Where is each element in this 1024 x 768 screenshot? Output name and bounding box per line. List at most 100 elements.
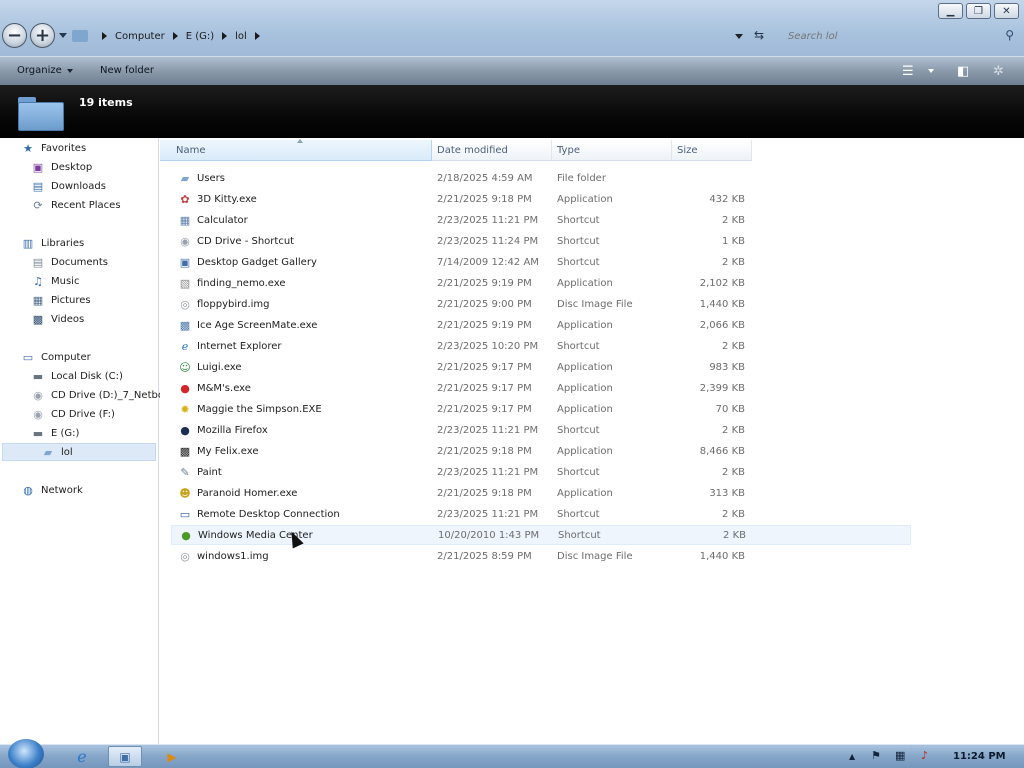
- nav-lol-folder[interactable]: ▰ lol: [40, 444, 73, 461]
- show-hidden-icons[interactable]: ▲: [849, 752, 855, 761]
- file-name-cell[interactable]: ▧ finding_nemo.exe: [171, 275, 432, 291]
- file-name: Remote Desktop Connection: [197, 508, 340, 520]
- start-button[interactable]: [8, 739, 44, 768]
- file-name-cell[interactable]: ▭ Remote Desktop Connection: [171, 506, 432, 522]
- file-row[interactable]: ▧ finding_nemo.exe 2/21/2025 9:19 PM Applic…: [171, 273, 911, 293]
- nav-music[interactable]: ♫ Music: [30, 273, 79, 290]
- file-row[interactable]: ◎ floppybird.img 2/21/2025 9:00 PM Disc Ima…: [171, 294, 911, 314]
- volume-muted-icon[interactable]: ♪: [921, 749, 928, 762]
- file-name-cell[interactable]: ▩ Ice Age ScreenMate.exe: [171, 317, 432, 333]
- file-row[interactable]: ● Mozilla Firefox 2/23/2025 11:21 PM Shortc…: [171, 420, 911, 440]
- breadcrumb-lol[interactable]: lol: [235, 31, 247, 42]
- file-name-cell[interactable]: ☻ Paranoid Homer.exe: [171, 485, 432, 501]
- file-name-cell[interactable]: ▣ Desktop Gadget Gallery: [171, 254, 432, 270]
- file-row[interactable]: ✎ Paint 2/23/2025 11:21 PM Shortcut 2 KB: [171, 462, 911, 482]
- nav-videos[interactable]: ▩ Videos: [30, 311, 84, 328]
- file-type: Shortcut: [557, 508, 600, 520]
- file-date: 2/23/2025 11:21 PM: [437, 214, 539, 226]
- file-row[interactable]: ▩ Ice Age ScreenMate.exe 2/21/2025 9:19 PM…: [171, 315, 911, 335]
- back-button[interactable]: −: [2, 23, 27, 48]
- column-size[interactable]: Size: [672, 140, 752, 161]
- file-row[interactable]: ✸ Maggie the Simpson.EXE 2/21/2025 9:17 PM…: [171, 399, 911, 419]
- file-row[interactable]: ☻ Paranoid Homer.exe 2/21/2025 9:18 PM Appl…: [171, 483, 911, 503]
- file-name-cell[interactable]: ☺ Luigi.exe: [171, 359, 432, 375]
- nav-label: Documents: [51, 257, 109, 268]
- search-icon[interactable]: ⚲: [1005, 28, 1014, 42]
- file-row[interactable]: ☺ Luigi.exe 2/21/2025 9:17 PM Application 98…: [171, 357, 911, 377]
- column-name[interactable]: Name: [160, 139, 432, 161]
- file-row[interactable]: ◎ windows1.img 2/21/2025 8:59 PM Disc Image…: [171, 546, 911, 566]
- file-row[interactable]: ▩ My Felix.exe 2/21/2025 9:18 PM Applicatio…: [171, 441, 911, 461]
- file-name-cell[interactable]: ◎ floppybird.img: [171, 296, 432, 312]
- file-name-cell[interactable]: ✿ 3D Kitty.exe: [171, 191, 432, 207]
- chevron-right-icon[interactable]: [254, 32, 260, 40]
- maximize-button[interactable]: ❐: [966, 3, 991, 19]
- recent-places-icon: ⟳: [33, 199, 43, 212]
- recent-pages-dropdown[interactable]: [59, 33, 67, 38]
- view-options-caret-icon[interactable]: [928, 69, 934, 73]
- nav-downloads[interactable]: ▤ Downloads: [30, 178, 106, 195]
- preview-pane-icon[interactable]: ◧: [957, 64, 969, 79]
- clock[interactable]: 11:24 PM: [953, 751, 1006, 762]
- file-row[interactable]: ▦ Calculator 2/23/2025 11:21 PM Shortcut 2 K…: [171, 210, 911, 230]
- file-name-cell[interactable]: ◉ CD Drive - Shortcut: [171, 233, 432, 249]
- media-player-taskbar-button[interactable]: ▶: [161, 746, 183, 767]
- chevron-right-icon[interactable]: [222, 32, 228, 40]
- file-row[interactable]: ● M&M's.exe 2/21/2025 9:17 PM Application 2,…: [171, 378, 911, 398]
- nav-computer[interactable]: ▭ Computer: [20, 349, 91, 366]
- file-name-cell[interactable]: ● Mozilla Firefox: [171, 422, 432, 438]
- close-button[interactable]: ✕: [994, 3, 1019, 19]
- nav-documents[interactable]: ▤ Documents: [30, 254, 108, 271]
- column-type[interactable]: Type: [552, 140, 672, 161]
- documents-icon: ▤: [32, 256, 44, 269]
- nav-pictures[interactable]: ▦ Pictures: [30, 292, 91, 309]
- nav-cd-drive-d[interactable]: ◉ CD Drive (D:)_7_Netbo: [30, 387, 164, 404]
- nav-desktop[interactable]: ▣ Desktop: [30, 159, 92, 176]
- file-name-cell[interactable]: ✎ Paint: [171, 464, 432, 480]
- file-name-cell[interactable]: ● M&M's.exe: [171, 380, 432, 396]
- breadcrumb-drive[interactable]: E (G:): [186, 31, 214, 42]
- file-name-cell[interactable]: ◎ windows1.img: [171, 548, 432, 564]
- file-name-cell[interactable]: ▰ Users: [171, 170, 432, 186]
- file-row[interactable]: ▣ Desktop Gadget Gallery 7/14/2009 12:42 A…: [171, 252, 911, 272]
- change-view-icon[interactable]: ☰: [902, 64, 914, 79]
- file-row[interactable]: ✿ 3D Kitty.exe 2/21/2025 9:18 PM Applicatio…: [171, 189, 911, 209]
- forward-button[interactable]: +: [30, 23, 55, 48]
- nav-label: E (G:): [51, 428, 80, 439]
- new-folder-button[interactable]: New folder: [100, 65, 154, 76]
- nav-cd-drive-f[interactable]: ◉ CD Drive (F:): [30, 406, 115, 423]
- nav-local-disk-c[interactable]: ▬ Local Disk (C:): [30, 368, 123, 385]
- file-row[interactable]: ● Windows Media Center 10/20/2010 1:43 PM S…: [171, 525, 911, 545]
- file-row[interactable]: ℯ Internet Explorer 2/23/2025 10:20 PM Shor…: [171, 336, 911, 356]
- file-name-cell[interactable]: ▩ My Felix.exe: [171, 443, 432, 459]
- nav-libraries[interactable]: ▥ Libraries: [20, 235, 84, 252]
- internet-explorer-taskbar-button[interactable]: ℯ: [68, 746, 96, 767]
- file-name-cell[interactable]: ✸ Maggie the Simpson.EXE: [171, 401, 432, 417]
- address-history-dropdown[interactable]: [735, 34, 743, 39]
- breadcrumb-computer[interactable]: Computer: [115, 31, 165, 42]
- file-row[interactable]: ◉ CD Drive - Shortcut 2/23/2025 11:24 PM Sh…: [171, 231, 911, 251]
- network-tray-icon[interactable]: ▦: [895, 749, 905, 762]
- file-name-cell[interactable]: ℯ Internet Explorer: [171, 338, 432, 354]
- search-box[interactable]: ⚲: [780, 26, 1020, 46]
- organize-button[interactable]: Organize: [17, 65, 73, 76]
- file-name-cell[interactable]: ▦ Calculator: [171, 212, 432, 228]
- nav-recent-places[interactable]: ⟳ Recent Places: [30, 197, 120, 214]
- explorer-taskbar-button[interactable]: ▣: [108, 746, 142, 767]
- refresh-icon[interactable]: ⇆: [754, 28, 764, 42]
- action-center-flag-icon[interactable]: ⚑: [871, 749, 881, 762]
- chevron-right-icon[interactable]: [172, 32, 178, 40]
- nav-network[interactable]: ◍ Network: [20, 482, 83, 499]
- nav-drive-e-g[interactable]: ▬ E (G:): [30, 425, 80, 442]
- help-icon[interactable]: ✲: [993, 64, 1004, 79]
- search-input[interactable]: [780, 26, 1020, 46]
- file-icon: ●: [180, 381, 190, 395]
- minimize-button[interactable]: ▁: [938, 3, 963, 19]
- file-row[interactable]: ▭ Remote Desktop Connection 2/23/2025 11:2…: [171, 504, 911, 524]
- organize-label: Organize: [17, 65, 62, 76]
- breadcrumb[interactable]: Computer E (G:) lol: [72, 27, 262, 45]
- chevron-right-icon[interactable]: [102, 32, 107, 40]
- column-date-modified[interactable]: Date modified: [432, 140, 552, 161]
- file-row[interactable]: ▰ Users 2/18/2025 4:59 AM File folder: [171, 168, 911, 188]
- nav-favorites[interactable]: ★ Favorites: [20, 140, 86, 157]
